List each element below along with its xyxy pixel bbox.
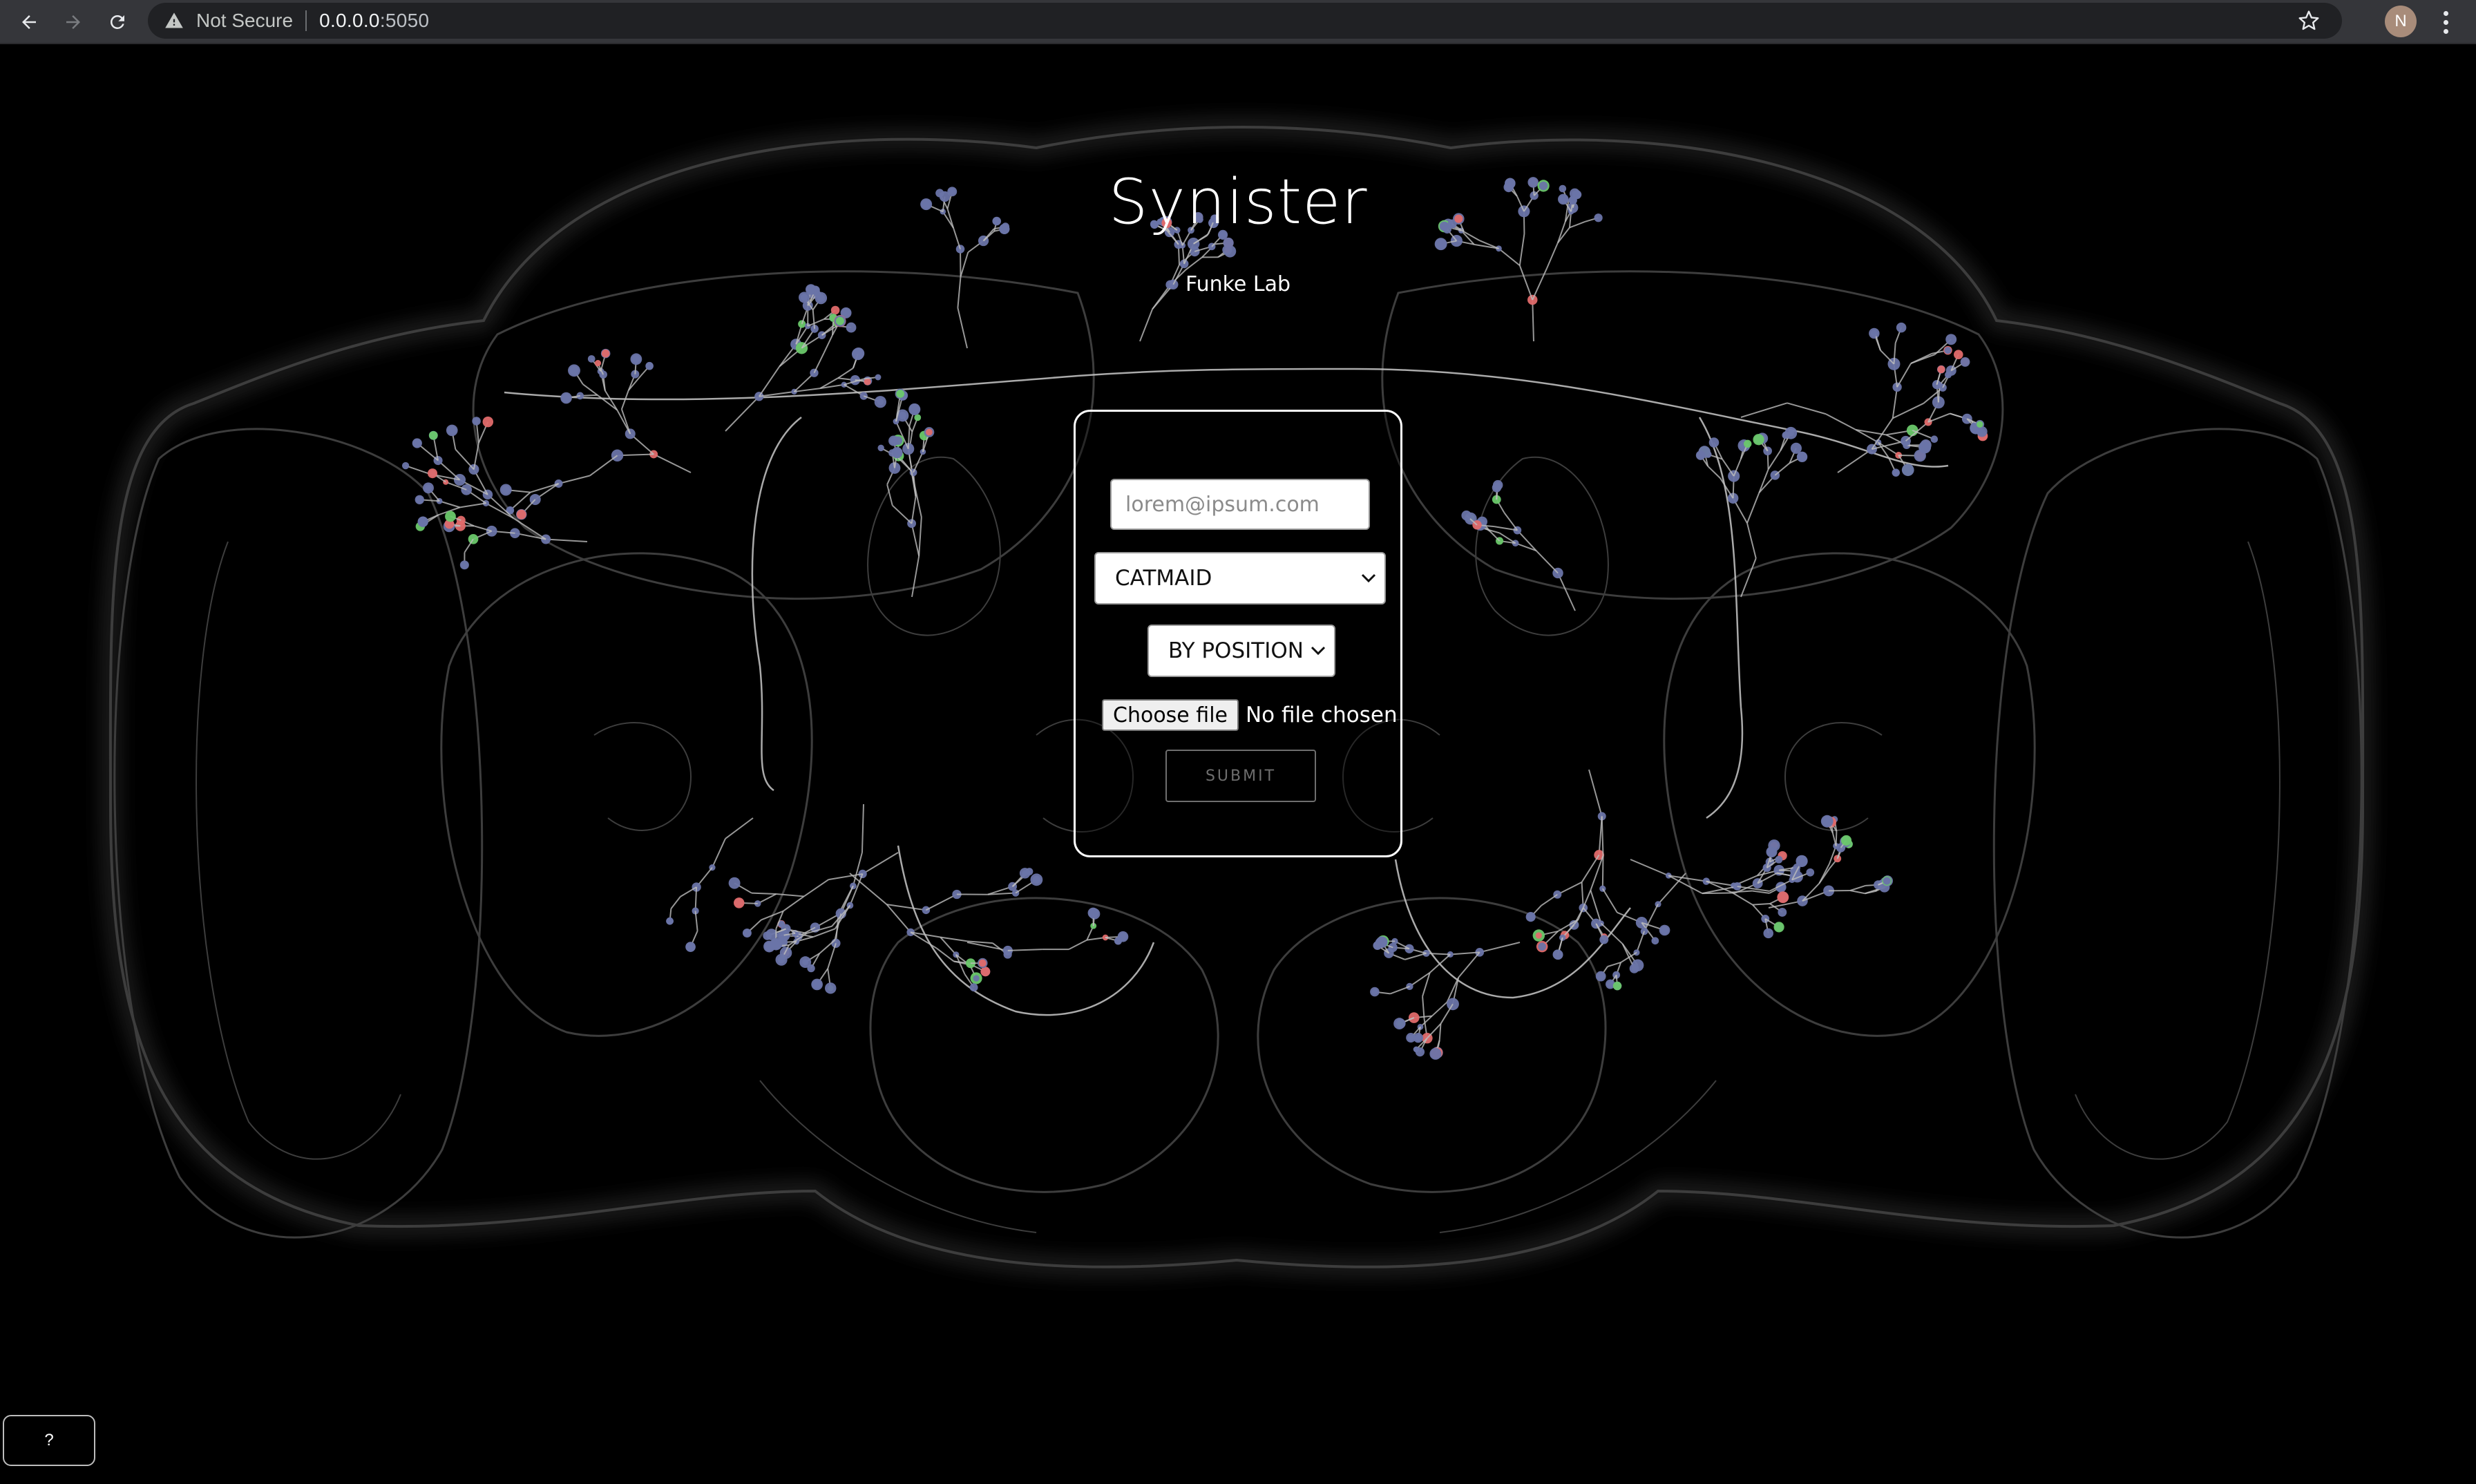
reload-icon — [110, 15, 124, 29]
profile-avatar[interactable]: N — [2385, 6, 2417, 37]
arrow-right-icon — [66, 15, 80, 29]
omnibox-divider — [305, 10, 307, 31]
help-button[interactable]: ? — [3, 1415, 95, 1466]
file-status: No file chosen — [1245, 703, 1398, 727]
choose-file-button[interactable]: Choose file — [1102, 699, 1239, 731]
mode-select[interactable]: BY POSITION — [1147, 625, 1335, 677]
url-port: :5050 — [379, 10, 430, 31]
reload-button[interactable] — [101, 6, 134, 39]
page-title: Synister — [1108, 166, 1368, 238]
address-bar[interactable]: Not Secure 0.0.0.0:5050 — [148, 3, 2342, 39]
url-host: 0.0.0.0 — [319, 10, 380, 31]
arrow-left-icon — [22, 15, 36, 29]
mode-select-value: BY POSITION — [1168, 638, 1304, 663]
chevron-down-icon — [1361, 573, 1376, 583]
database-select-value: CATMAID — [1115, 566, 1212, 591]
email-input[interactable] — [1110, 479, 1370, 530]
warning-icon — [165, 12, 183, 28]
file-input: Choose file No file chosen — [1102, 698, 1398, 732]
submission-form: CATMAID BY POSITION Choose file No file … — [1074, 410, 1402, 857]
forward-button[interactable] — [57, 6, 90, 39]
chevron-down-icon — [1311, 646, 1326, 656]
database-select[interactable]: CATMAID — [1094, 552, 1386, 605]
page-subtitle: Funke Lab — [1185, 272, 1291, 296]
submit-button[interactable]: SUBMIT — [1165, 750, 1316, 802]
back-button[interactable] — [12, 6, 46, 39]
url-text[interactable]: 0.0.0.0:5050 — [319, 10, 429, 32]
kebab-menu-icon[interactable] — [2432, 6, 2459, 39]
browser-toolbar: Not Secure 0.0.0.0:5050 N — [0, 0, 2476, 44]
page-body: Synister Funke Lab CATMAID BY POSITION C… — [0, 44, 2476, 1484]
security-label[interactable]: Not Secure — [196, 10, 293, 32]
bookmark-star-icon[interactable] — [2298, 10, 2320, 32]
